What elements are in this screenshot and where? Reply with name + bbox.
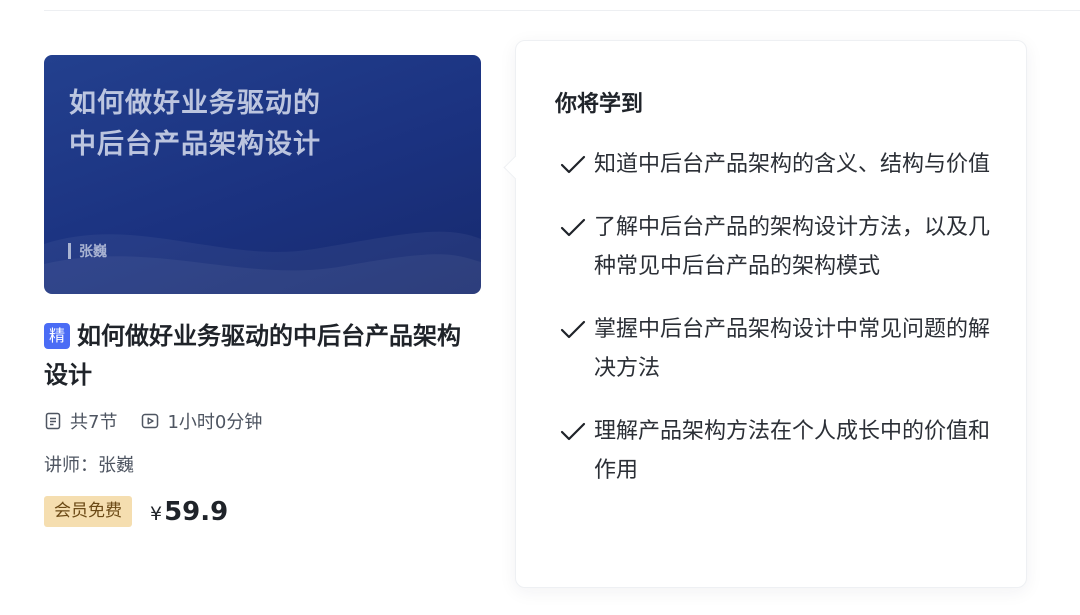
list-item: 理解产品架构方法在个人成长中的价值和作用 [560,412,1000,490]
learning-outcomes-popover: 你将学到 知道中后台产品架构的含义、结构与价值 了解中后台产品的架构设计方法，以… [503,40,1027,588]
checkmark-icon [560,320,586,339]
popover-arrow [503,155,528,180]
cover-author-bar [68,243,71,259]
learning-outcomes-list: 知道中后台产品架构的含义、结构与价值 了解中后台产品的架构设计方法，以及几种常见… [560,145,1000,514]
list-item: 知道中后台产品架构的含义、结构与价值 [560,145,1000,184]
lesson-count-text: 共7节 [70,412,118,433]
lesson-count: 共7节 [44,408,117,434]
price-row: 会员免费 ¥59.9 [44,496,481,527]
course-cover-image[interactable]: 如何做好业务驱动的 中后台产品架构设计 张巍 [44,55,481,294]
course-title-text: 如何做好业务驱动的中后台产品架构设计 [44,322,461,389]
checkmark-icon [560,155,586,174]
cover-title-line1: 如何做好业务驱动的 [69,88,321,119]
price-currency: ¥ [150,502,163,525]
list-item-text: 理解产品架构方法在个人成长中的价值和作用 [594,419,991,483]
list-doc-icon [45,412,61,430]
popover-heading: 你将学到 [555,92,644,117]
cover-wave-decoration [44,231,481,294]
course-card[interactable]: 如何做好业务驱动的 中后台产品架构设计 张巍 精如何做好业务驱动的中后台产品架构… [44,55,481,527]
course-duration: 1小时0分钟 [141,408,262,434]
cover-title: 如何做好业务驱动的 中后台产品架构设计 [69,83,369,165]
cover-author-name: 张巍 [79,244,107,260]
checkmark-icon [560,218,586,237]
featured-badge: 精 [44,323,70,349]
course-price: ¥59.9 [150,497,228,527]
list-item: 掌握中后台产品架构设计中常见问题的解决方法 [560,310,1000,388]
vip-free-tag[interactable]: 会员免费 [44,496,132,527]
course-duration-text: 1小时0分钟 [167,412,263,433]
cover-title-line2: 中后台产品架构设计 [69,129,321,160]
price-value: 59.9 [164,496,229,527]
list-item-text: 知道中后台产品架构的含义、结构与价值 [594,152,991,177]
list-item-text: 掌握中后台产品架构设计中常见问题的解决方法 [594,317,991,381]
list-item: 了解中后台产品的架构设计方法，以及几种常见中后台产品的架构模式 [560,208,1000,286]
course-title[interactable]: 精如何做好业务驱动的中后台产品架构设计 [44,317,474,395]
checkmark-icon [560,422,586,441]
play-icon [142,413,159,429]
cover-author: 张巍 [68,241,107,261]
lecturer: 讲师：张巍 [44,455,134,476]
course-meta: 共7节 1小时0分钟 [44,409,481,433]
list-item-text: 了解中后台产品的架构设计方法，以及几种常见中后台产品的架构模式 [594,215,991,279]
top-divider [44,10,1080,11]
